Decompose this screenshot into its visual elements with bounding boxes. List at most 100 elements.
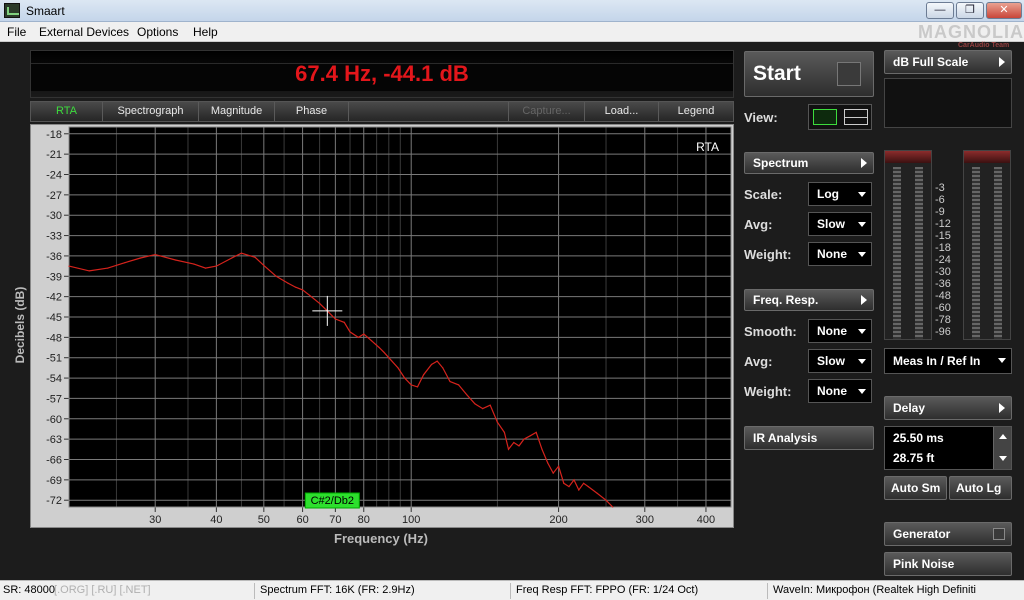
tab-phase[interactable]: Phase [275,102,349,121]
y-tick-label: -45 [46,312,62,324]
weight2-value: None [817,384,847,398]
scale-dropdown[interactable]: Log [808,182,872,206]
smooth-dropdown[interactable]: None [808,319,872,343]
menu-help[interactable]: Help [193,25,218,39]
rta-data-point [563,482,565,484]
rta-data-point [541,448,543,450]
input-level-meter-right [963,150,1011,340]
rta-data-point [404,377,406,379]
meter-scale-tick: -36 [935,278,951,290]
rta-data-point [397,367,399,369]
auto-lg-button[interactable]: Auto Lg [949,476,1012,500]
dropdown-caret-icon [858,359,866,364]
arrow-down-icon [999,456,1007,461]
rta-chart-svg[interactable]: -18 -21 -24 -27 -30 -33 -36 -39 -42 -45 -48 -51 -54 -… [31,125,733,527]
maximize-button[interactable]: ❐ [956,2,984,19]
meter-scale-tick: -78 [935,314,951,326]
x-tick-label: 60 [296,514,308,526]
avg2-label: Avg: [744,354,773,369]
x-tick-label: 200 [549,514,567,526]
auto-sm-button[interactable]: Auto Sm [884,476,947,500]
meas-in-ref-in-dropdown[interactable]: Meas In / Ref In [884,348,1012,374]
single-view-icon[interactable] [813,109,837,125]
rta-data-point [240,252,242,254]
meter-scale-tick: -60 [935,302,951,314]
meter-scale-tick: -96 [935,326,951,338]
pink-noise-button[interactable]: Pink Noise [884,552,1012,576]
close-button[interactable]: ✕ [986,2,1022,19]
rta-data-point [605,499,607,501]
meter-scale-tick: -12 [935,218,951,230]
smooth-label: Smooth: [744,324,797,339]
delay-down-button[interactable] [993,448,1011,469]
dropdown-caret-icon [858,389,866,394]
capture-button[interactable]: Capture... [509,102,585,121]
legend-button[interactable]: Legend [659,102,733,121]
meter-scale-tick: -6 [935,194,945,206]
meter-scale-tick: -15 [935,230,951,242]
rta-data-point [357,336,359,338]
db-full-scale-button[interactable]: dB Full Scale [884,50,1012,74]
avg-dropdown[interactable]: Slow [808,212,872,236]
rta-data-point [573,479,575,481]
rta-data-point [349,331,351,333]
rta-data-point [612,506,614,508]
view-tabs: RTA Spectrograph Magnitude Phase Capture… [30,101,734,122]
y-tick-label: -57 [46,393,62,405]
x-tick-label: 40 [210,514,222,526]
rta-data-point [302,289,304,291]
rta-data-point [124,262,126,264]
x-tick-label: 100 [402,514,420,526]
generator-button[interactable]: Generator [884,522,1012,546]
y-tick-label: -42 [46,292,62,304]
delay-up-button[interactable] [993,427,1011,448]
dropdown-caret-icon [858,329,866,334]
x-axis-title: Frequency (Hz) [334,531,428,546]
freq-resp-section-button[interactable]: Freq. Resp. [744,289,874,311]
meter-scale-tick: -24 [935,254,951,266]
y-tick-label: -27 [46,190,62,202]
delay-value-box[interactable]: 25.50 ms 28.75 ft [884,426,1012,470]
status-sample-rate: SR: 48000 [.ORG] [.RU] [.NET] [3,584,151,596]
rta-data-point [423,374,425,376]
menu-external-devices[interactable]: External Devices [39,25,129,39]
start-button[interactable]: Start [744,51,874,97]
load-button[interactable]: Load... [585,102,659,121]
avg2-dropdown[interactable]: Slow [808,349,872,373]
rta-plot[interactable]: -18 -21 -24 -27 -30 -33 -36 -39 -42 -45 -48 -51 -54 -… [30,124,734,528]
rta-data-point [309,294,311,296]
weight2-dropdown[interactable]: None [808,379,872,403]
menu-options[interactable]: Options [137,25,178,39]
weight-value: None [817,247,847,261]
expand-arrow-icon [861,295,867,305]
rta-data-point [449,380,451,383]
split-view-icon[interactable] [844,109,868,125]
delay-label: Delay [893,401,926,415]
rta-data-point [204,267,207,269]
spectrum-section-button[interactable]: Spectrum [744,152,874,174]
status-freq-resp-fft: Freq Resp FFT: FPPO (FR: 1/24 Oct) [516,584,699,596]
note-label: C#2/Db2 [311,495,354,507]
tab-spectrograph[interactable]: Spectrograph [103,102,199,121]
ir-analysis-button[interactable]: IR Analysis [744,426,874,450]
tab-rta[interactable]: RTA [31,102,103,121]
weight-dropdown[interactable]: None [808,242,872,266]
rta-data-point [263,264,265,266]
cursor-readout-panel: 67.4 Hz, -44.1 dB [30,50,734,98]
y-tick-label: -24 [46,170,62,182]
spectrum-label: Spectrum [753,156,809,170]
meter-scale: -3 -6 -9 -12 -15 -18 -24 -30 -36 -48 -60 -78 -96 [935,182,957,338]
plot-mode-label: RTA [696,140,719,154]
x-tick-label: 30 [149,514,161,526]
rta-data-point [578,489,580,491]
menu-file[interactable]: File [7,25,26,39]
status-faint-text: [.ORG] [.RU] [.NET] [54,584,151,596]
delay-section-button[interactable]: Delay [884,396,1012,420]
avg-value: Slow [817,217,846,231]
dropdown-caret-icon [998,358,1006,363]
y-tick-label: -69 [46,475,62,487]
minimize-button[interactable]: — [926,2,954,19]
tab-magnitude[interactable]: Magnitude [199,102,275,121]
rta-data-point [482,408,484,410]
rta-data-point [489,404,491,406]
